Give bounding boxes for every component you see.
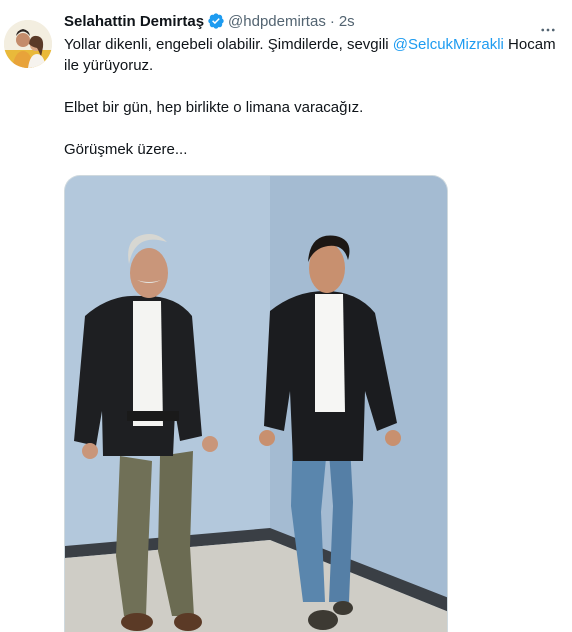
avatar-image [4, 20, 52, 68]
tweet-text-prefix: Yollar dikenli, engebeli olabilir. Şimdi… [64, 36, 393, 53]
mention-link[interactable]: @SelcukMizrakli [393, 36, 504, 53]
handle[interactable]: @hdpdemirtas [228, 13, 326, 30]
photo-image [65, 176, 447, 632]
separator-dot: · [329, 12, 335, 30]
tweet-paragraph-3: Görüşmek üzere... [64, 141, 188, 158]
tweet-header: Selahattin Demirtaş @hdpdemirtas · 2s [64, 10, 572, 32]
timestamp[interactable]: 2s [339, 13, 355, 30]
tweet-paragraph-1: Yollar dikenli, engebeli olabilir. Şimdi… [64, 34, 559, 76]
tweet-photo[interactable] [64, 175, 448, 632]
tweet[interactable]: Selahattin Demirtaş @hdpdemirtas · 2s Yo… [0, 10, 572, 632]
tweet-text: Yollar dikenli, engebeli olabilir. Şimdi… [64, 34, 559, 160]
avatar[interactable] [4, 20, 52, 68]
verified-badge-icon [207, 12, 225, 30]
tweet-paragraph-2: Elbet bir gün, hep birlikte o limana var… [64, 99, 364, 116]
more-options-icon[interactable] [538, 20, 558, 40]
display-name[interactable]: Selahattin Demirtaş [64, 13, 204, 30]
